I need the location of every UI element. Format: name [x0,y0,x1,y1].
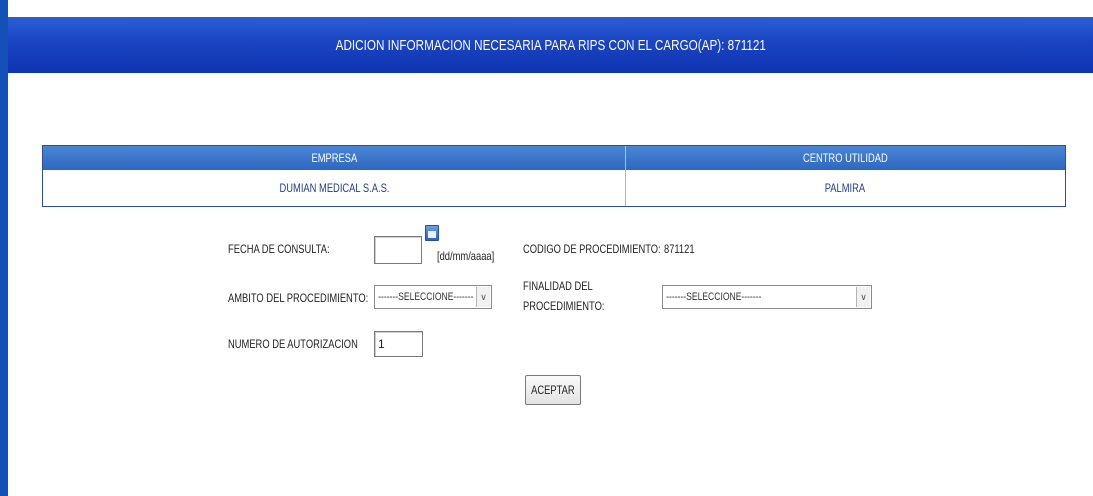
page-title: ADICION INFORMACION NECESARIA PARA RIPS … [335,36,766,54]
numero-autorizacion-label: NUMERO DE AUTORIZACION [228,337,358,351]
date-format-hint: [dd/mm/aaaa] [437,249,495,263]
fecha-consulta-input[interactable] [374,236,422,264]
finalidad-procedimiento-select[interactable]: -------SELECCIONE------- ∨ [662,285,872,309]
chevron-down-icon[interactable]: ∨ [476,287,490,307]
fecha-consulta-label: FECHA DE CONSULTA: [228,242,330,256]
header-empresa: EMPRESA [43,146,626,170]
aceptar-button[interactable]: ACEPTAR [525,375,581,405]
title-bar: ADICION INFORMACION NECESARIA PARA RIPS … [8,17,1093,73]
calendar-icon[interactable] [425,225,439,241]
page-frame: ADICION INFORMACION NECESARIA PARA RIPS … [0,0,1093,496]
cell-centro-utilidad: PALMIRA [824,181,866,195]
info-table: EMPRESA CENTRO UTILIDAD DUMIAN MEDICAL S… [42,145,1066,207]
chevron-down-icon[interactable]: ∨ [856,287,870,307]
info-table-header: EMPRESA CENTRO UTILIDAD [43,146,1065,170]
ambito-procedimiento-select[interactable]: -------SELECCIONE------- ∨ [374,285,492,309]
numero-autorizacion-input[interactable] [374,331,423,357]
table-row: DUMIAN MEDICAL S.A.S. PALMIRA [43,170,1065,206]
finalidad-procedimiento-label-line1: FINALIDAD DEL [523,279,593,293]
cell-empresa: DUMIAN MEDICAL S.A.S. [43,170,626,206]
codigo-procedimiento-value: 871121 [664,242,695,256]
left-border [0,0,8,496]
header-centro-utilidad: CENTRO UTILIDAD [802,151,888,165]
finalidad-procedimiento-label-line2: PROCEDIMIENTO: [523,299,605,313]
